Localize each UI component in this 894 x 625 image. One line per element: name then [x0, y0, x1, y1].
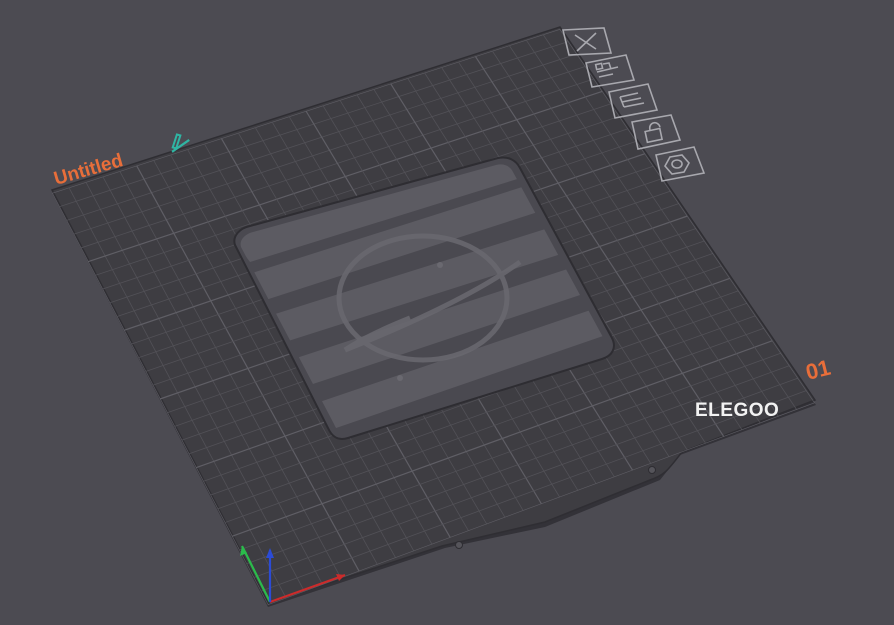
build-plate[interactable] [50, 26, 817, 607]
hexagon-settings-icon[interactable] [655, 146, 706, 182]
plate-hole [648, 466, 656, 474]
3d-viewport[interactable]: ELEGOO 01 Untitled [0, 0, 894, 625]
plate-index-label: 01 [803, 355, 833, 385]
plate-hole [455, 541, 463, 549]
brand-logo: ELEGOO [695, 400, 779, 421]
